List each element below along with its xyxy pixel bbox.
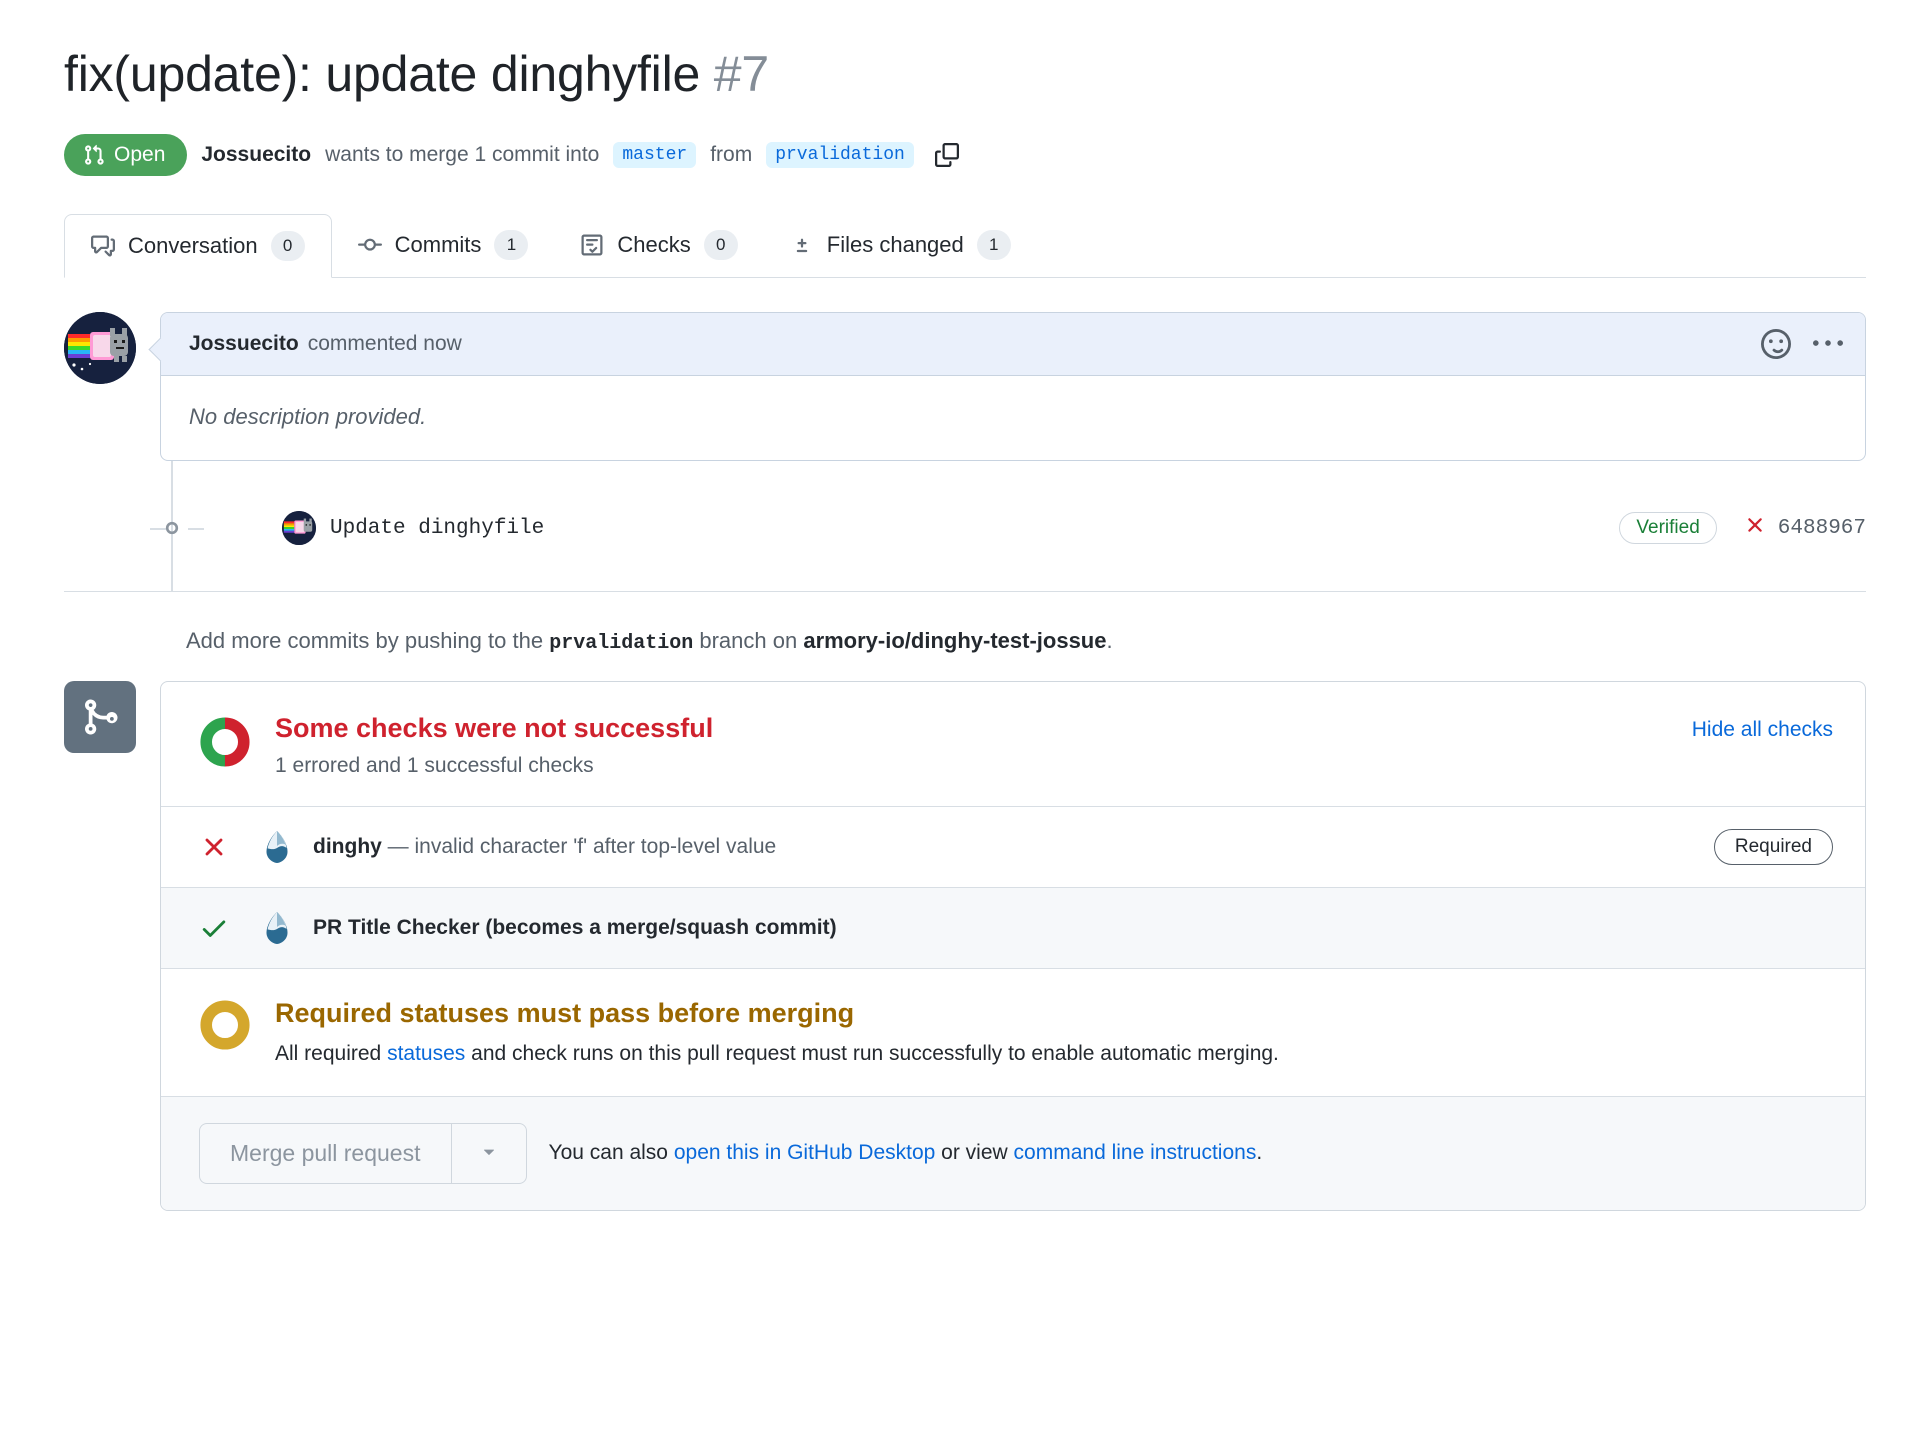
clipboard-copy-icon[interactable] xyxy=(932,140,962,170)
status-badge-label: Open xyxy=(114,143,165,167)
comment-thread: Jossuecito commented now No description … xyxy=(64,312,1866,461)
tab-conversation-label: Conversation xyxy=(128,233,258,259)
required-desc-suffix: and check runs on this pull request must… xyxy=(471,1042,1279,1065)
command-line-instructions-link[interactable]: command line instructions xyxy=(1014,1141,1257,1164)
comment-header-actions xyxy=(1761,329,1843,359)
merge-button-group: Merge pull request xyxy=(199,1123,527,1184)
comment-header: Jossuecito commented now xyxy=(161,313,1865,376)
pr-tabs: Conversation 0 Commits 1 Checks 0 Files … xyxy=(64,214,1866,278)
timeline: Jossuecito commented now No description … xyxy=(64,312,1866,592)
comment-discussion-icon xyxy=(91,234,115,258)
pull-request-page: fix(update): update dinghyfile #7 Open J… xyxy=(0,0,1930,1430)
footer-note-middle: or view xyxy=(941,1141,1008,1164)
push-note-repo: armory-io/dinghy-test-jossue xyxy=(803,628,1106,653)
push-note-branch: prvalidation xyxy=(549,632,693,655)
checks-donut-icon xyxy=(199,716,251,773)
git-commit-node-icon xyxy=(136,514,208,542)
commit-sha: 6488967 xyxy=(1743,513,1866,544)
tab-commits-label: Commits xyxy=(395,232,482,258)
verified-badge[interactable]: Verified xyxy=(1619,512,1716,544)
base-branch-chip[interactable]: master xyxy=(613,142,696,168)
file-diff-icon xyxy=(790,233,814,257)
check-run-row: PR Title Checker (becomes a merge/squash… xyxy=(161,887,1865,968)
tab-checks-label: Checks xyxy=(617,232,690,258)
push-note-prefix: Add more commits by pushing to the xyxy=(186,628,543,653)
check-run-text: dinghy — invalid character 'f' after top… xyxy=(313,835,776,859)
check-run-text: PR Title Checker (becomes a merge/squash… xyxy=(313,916,837,940)
checklist-icon xyxy=(580,233,604,257)
pull-request-icon xyxy=(83,144,105,166)
comment-author[interactable]: Jossuecito xyxy=(189,332,299,356)
comment-timestamp: commented now xyxy=(308,332,462,356)
push-instructions: Add more commits by pushing to the prval… xyxy=(186,628,1866,655)
commit-author-avatar[interactable] xyxy=(282,511,316,545)
required-statuses-description: All required statuses and check runs on … xyxy=(275,1042,1279,1066)
smiley-icon[interactable] xyxy=(1761,329,1791,359)
dot-ring-icon xyxy=(199,999,251,1056)
pr-meta-row: Open Jossuecito wants to merge 1 commit … xyxy=(64,134,1866,176)
check-run-name[interactable]: dinghy xyxy=(313,835,382,858)
git-commit-icon xyxy=(358,233,382,257)
merge-footer-note: You can also open this in GitHub Desktop… xyxy=(549,1141,1263,1165)
check-run-row: dinghy — invalid character 'f' after top… xyxy=(161,806,1865,887)
merge-sentence-part-1: wants to merge 1 commit into xyxy=(325,143,599,167)
merge-sentence-part-2: from xyxy=(710,143,752,167)
checks-subtitle: 1 errored and 1 successful checks xyxy=(275,754,713,778)
footer-note-prefix: You can also xyxy=(549,1141,669,1164)
check-run-separator: — xyxy=(388,835,409,858)
timeline-commit-row: Update dinghyfile Verified 6488967 xyxy=(64,501,1866,555)
merge-pull-request-button[interactable]: Merge pull request xyxy=(199,1123,451,1184)
statuses-link[interactable]: statuses xyxy=(387,1042,465,1065)
timeline-divider xyxy=(64,591,1866,592)
check-run-description: invalid character 'f' after top-level va… xyxy=(415,835,777,858)
commit-message[interactable]: Update dinghyfile xyxy=(330,517,544,540)
merge-footer: Merge pull request You can also open thi… xyxy=(161,1096,1865,1210)
x-icon xyxy=(199,832,259,862)
merge-box: Some checks were not successful 1 errore… xyxy=(160,681,1866,1211)
github-desktop-link[interactable]: open this in GitHub Desktop xyxy=(674,1141,935,1164)
tab-files-changed-count: 1 xyxy=(977,230,1011,260)
check-icon xyxy=(199,913,259,943)
check-run-name[interactable]: PR Title Checker (becomes a merge/squash… xyxy=(313,916,837,939)
comment-box: Jossuecito commented now No description … xyxy=(160,312,1866,461)
avatar[interactable] xyxy=(64,312,136,384)
push-note-middle: branch on xyxy=(699,628,797,653)
tab-conversation-count: 0 xyxy=(271,231,305,261)
tab-checks[interactable]: Checks 0 xyxy=(554,213,763,277)
required-badge: Required xyxy=(1714,829,1833,865)
push-note-suffix: . xyxy=(1106,628,1112,653)
commit-info: Update dinghyfile Verified 6488967 xyxy=(282,511,1866,545)
tab-conversation[interactable]: Conversation 0 xyxy=(64,214,332,278)
status-badge: Open xyxy=(64,134,187,176)
head-branch-chip[interactable]: prvalidation xyxy=(766,142,914,168)
commit-sha-text[interactable]: 6488967 xyxy=(1778,517,1866,540)
checks-summary: Some checks were not successful 1 errore… xyxy=(161,682,1865,806)
triangle-down-icon xyxy=(478,1140,500,1167)
pr-author[interactable]: Jossuecito xyxy=(201,143,311,167)
required-statuses-section: Required statuses must pass before mergi… xyxy=(161,968,1865,1095)
commit-meta: Verified 6488967 xyxy=(1619,512,1866,544)
page-title: fix(update): update dinghyfile #7 xyxy=(64,0,1866,104)
kebab-horizontal-icon[interactable] xyxy=(1813,329,1843,359)
pr-number: #7 xyxy=(714,46,769,102)
x-icon xyxy=(1743,513,1767,544)
dinghy-app-icon xyxy=(259,829,295,865)
tab-files-changed-label: Files changed xyxy=(827,232,964,258)
required-desc-prefix: All required xyxy=(275,1042,381,1065)
merge-options-dropdown[interactable] xyxy=(451,1123,527,1184)
git-merge-icon xyxy=(64,681,136,753)
checks-title: Some checks were not successful xyxy=(275,712,713,744)
tab-checks-count: 0 xyxy=(704,230,738,260)
dinghy-app-icon xyxy=(259,910,295,946)
comment-body: No description provided. xyxy=(161,376,1865,460)
merge-section: Some checks were not successful 1 errore… xyxy=(64,681,1866,1211)
tab-commits[interactable]: Commits 1 xyxy=(332,213,555,277)
required-statuses-title: Required statuses must pass before mergi… xyxy=(275,997,1279,1029)
pr-title-text: fix(update): update dinghyfile xyxy=(64,46,700,102)
hide-all-checks-link[interactable]: Hide all checks xyxy=(1692,712,1833,742)
tab-commits-count: 1 xyxy=(494,230,528,260)
tab-files-changed[interactable]: Files changed 1 xyxy=(764,213,1037,277)
footer-note-suffix: . xyxy=(1256,1141,1262,1164)
